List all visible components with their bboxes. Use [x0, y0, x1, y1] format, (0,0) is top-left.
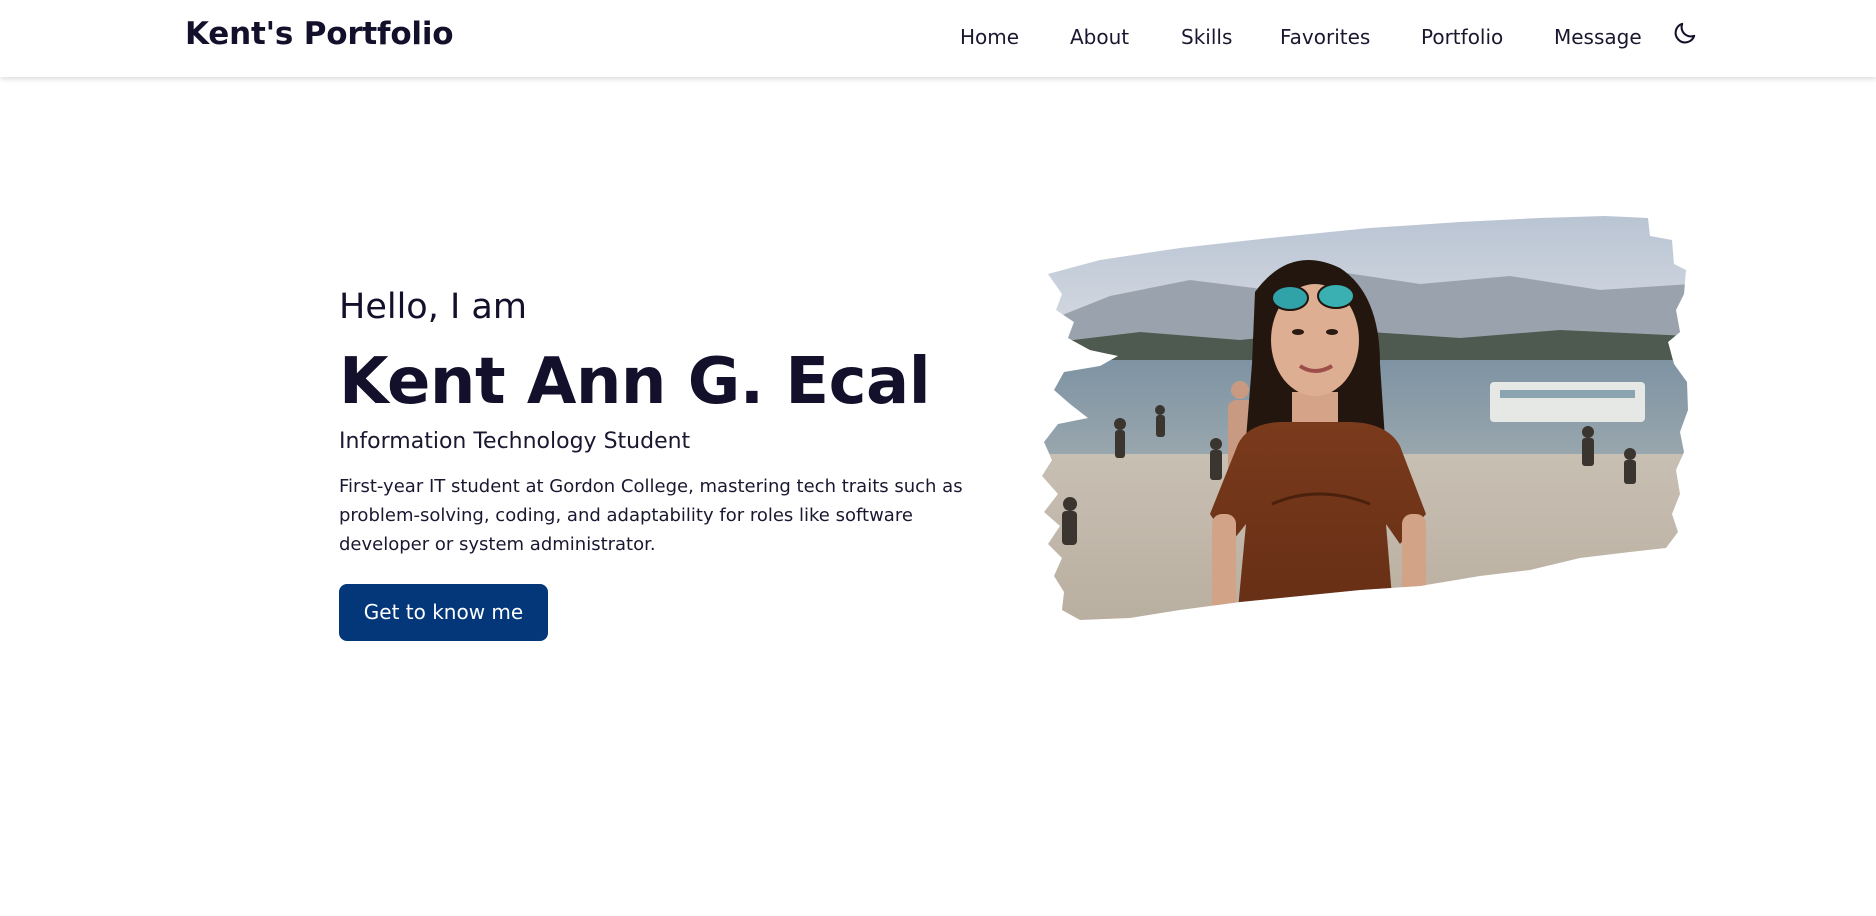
nav-portfolio[interactable]: Portfolio — [1421, 25, 1503, 49]
hero-name: Kent Ann G. Ecal — [339, 345, 931, 419]
profile-photo — [1040, 214, 1690, 692]
theme-toggle-button[interactable] — [1672, 20, 1698, 46]
nav-favorites[interactable]: Favorites — [1280, 25, 1370, 49]
nav-home[interactable]: Home — [960, 25, 1019, 49]
hero-text: Hello, I am Kent Ann G. Ecal Information… — [339, 284, 999, 559]
nav-message[interactable]: Message — [1554, 25, 1642, 49]
hero-role: Information Technology Student — [339, 429, 691, 454]
get-to-know-me-button[interactable]: Get to know me — [339, 584, 548, 641]
hero-description: First-year IT student at Gordon College,… — [339, 476, 963, 555]
navbar: Kent's Portfolio Home About Skills Favor… — [0, 0, 1876, 77]
nav-skills[interactable]: Skills — [1181, 25, 1232, 49]
nav-about[interactable]: About — [1070, 25, 1129, 49]
moon-icon — [1674, 22, 1696, 44]
hero-greeting: Hello, I am — [339, 287, 527, 327]
nav-links: Home About Skills Favorites Portfolio Me… — [0, 25, 1876, 55]
